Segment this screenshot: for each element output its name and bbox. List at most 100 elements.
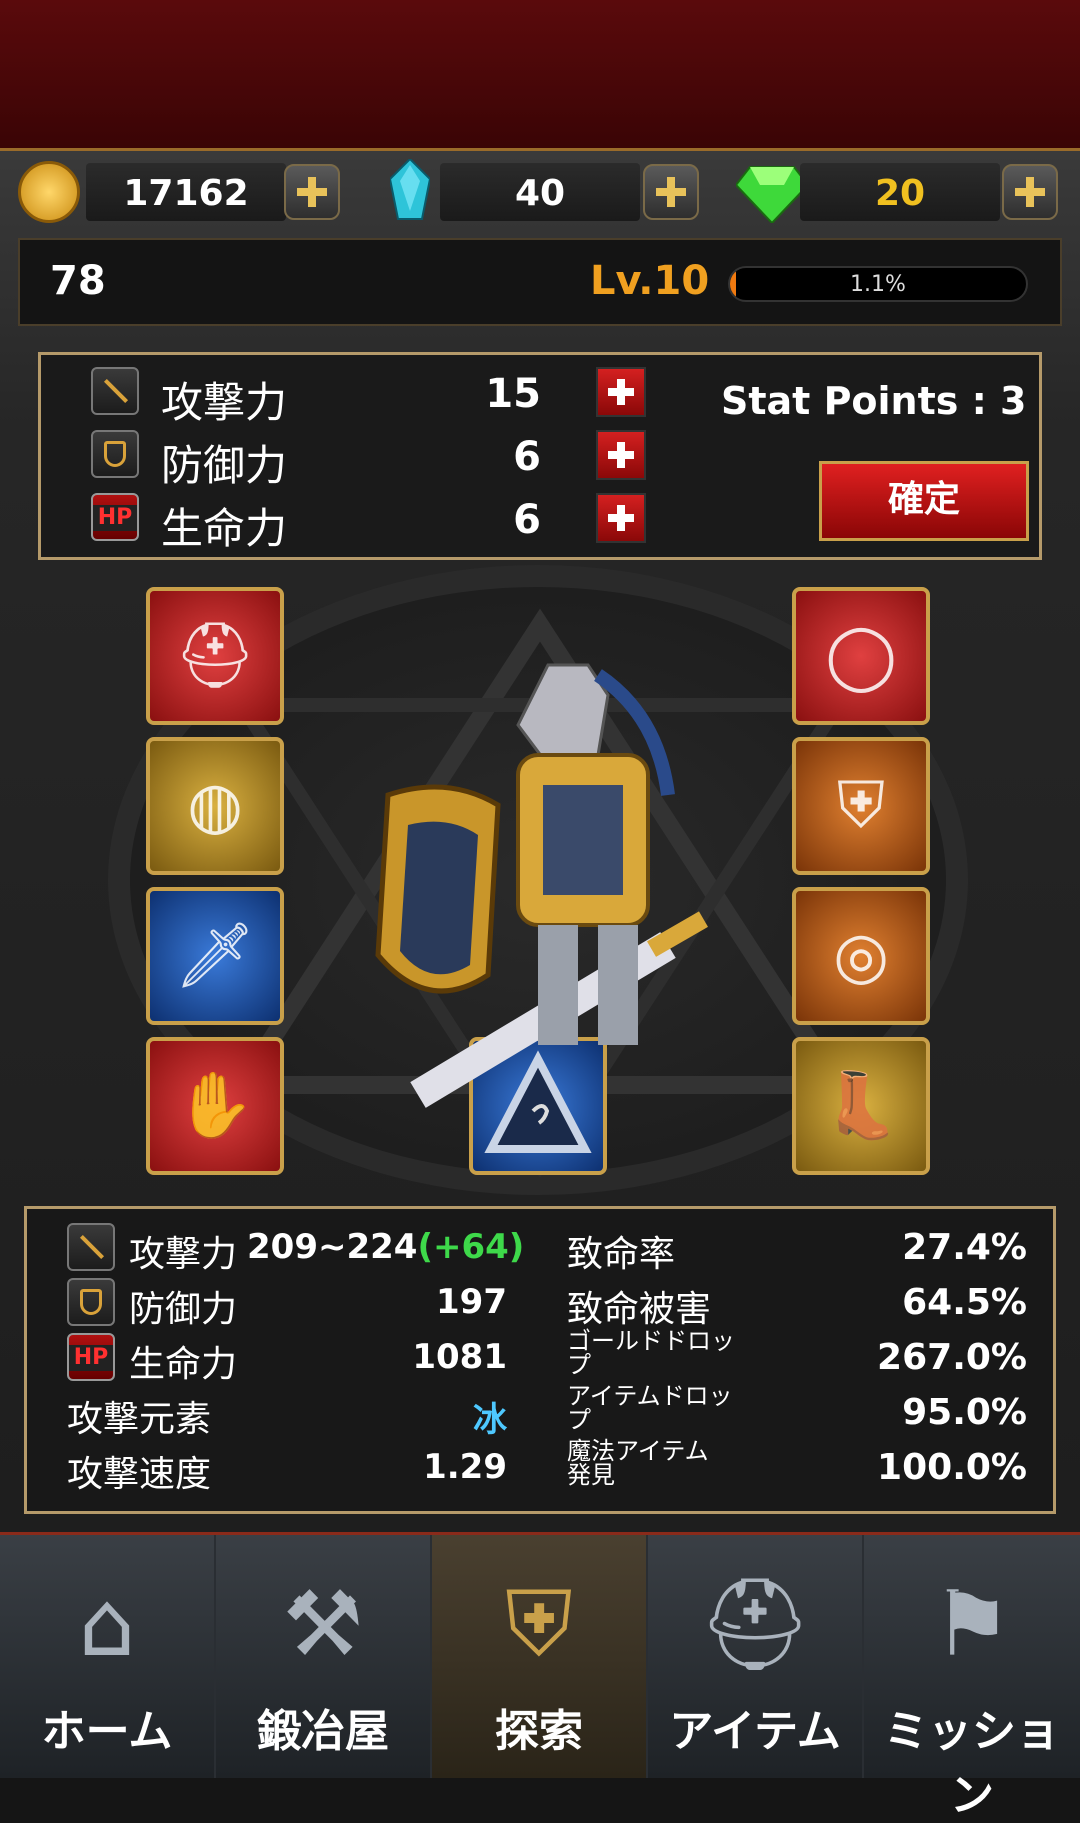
gold-amount-field: 17162	[86, 163, 286, 221]
boots-icon: 👢	[821, 1069, 901, 1143]
nav-blacksmith-label: 鍛冶屋	[257, 1706, 389, 1757]
stat-item-drop-label-line1: アイテムドロッ	[567, 1382, 733, 1410]
alloc-hp-label: 生命力	[161, 504, 288, 553]
nav-home-label: ホーム	[41, 1706, 173, 1757]
alloc-row-hp: HP 生命力 6	[91, 491, 646, 553]
boots-slot[interactable]: 👢	[792, 1037, 930, 1175]
helmet-icon: ⛑	[697, 1572, 813, 1677]
bottom-navigation: ⌂ ホーム ⚒ 鍛冶屋 ⛨ 探索 ⛑ アイテム ⚑ ミッション	[0, 1532, 1080, 1822]
add-attack-point-button[interactable]	[596, 367, 646, 417]
stat-gold-drop-label-line1: ゴールドドロッ	[567, 1327, 735, 1355]
stat-allocation-panel: 攻撃力 15 防御力 6 HP 生命力 6 Stat Points : 3 確定	[38, 352, 1042, 560]
crystal-amount: 40	[514, 173, 566, 214]
anvil-icon: ⚒	[282, 1572, 364, 1677]
stat-points-text: Stat Points : 3	[721, 379, 1027, 423]
stat-hp-value: 1081	[412, 1337, 507, 1377]
dagger-slot[interactable]: 🗡	[146, 887, 284, 1025]
stat-gold-drop-value: 267.0%	[877, 1337, 1027, 1378]
ring-icon: ◎	[833, 919, 889, 993]
bag-slot[interactable]: ◍	[146, 737, 284, 875]
gold-coin-icon	[18, 161, 80, 223]
bag-icon: ◍	[187, 769, 243, 843]
gem-amount: 20	[874, 173, 926, 214]
sword-icon	[91, 367, 139, 415]
stat-attack-value: 209~224(+64)	[247, 1227, 524, 1267]
dagger-icon: 🗡	[174, 919, 256, 993]
alloc-row-attack: 攻撃力 15	[91, 365, 646, 427]
stat-attack-range: 209~224	[247, 1227, 418, 1267]
equipment-area: ⛑ ◍ 🗡 ✋ ◯ ⛨ ◎ 👢	[38, 565, 1042, 1195]
stat-row-defense: 防御力 197	[27, 1278, 527, 1330]
add-hp-point-button[interactable]	[596, 493, 646, 543]
hp-icon: HP	[67, 1333, 115, 1381]
level-bar: 78 Lv.10 1.1%	[18, 238, 1062, 326]
stat-attack-label: 攻撃力	[129, 1234, 238, 1275]
stat-item-drop-label: アイテムドロップ	[567, 1384, 733, 1432]
nav-explore-label: 探索	[495, 1706, 583, 1757]
stat-row-hp: HP 生命力 1081	[27, 1333, 527, 1385]
necklace-icon: ◯	[825, 619, 897, 693]
nav-home[interactable]: ⌂ ホーム	[0, 1535, 216, 1778]
crest-icon: ⛨	[505, 1572, 573, 1677]
nav-missions[interactable]: ⚑ ミッション	[864, 1535, 1080, 1822]
stat-item-drop-value: 95.0%	[902, 1392, 1027, 1433]
alloc-hp-value: 6	[513, 497, 541, 543]
gauntlet-icon: ✋	[175, 1069, 255, 1143]
helmet-slot[interactable]: ⛑	[146, 587, 284, 725]
shield-icon	[91, 430, 139, 478]
level-label: Lv.10	[590, 258, 710, 304]
nav-missions-label: ミッション	[884, 1706, 1060, 1821]
player-value: 78	[50, 258, 106, 304]
crystal-icon	[388, 157, 432, 223]
xp-progress-bar: 1.1%	[728, 266, 1028, 302]
stat-speed-value: 1.29	[423, 1447, 507, 1487]
alloc-attack-label: 攻撃力	[161, 378, 288, 427]
stat-magic-find-label: 魔法アイテム 発見	[567, 1439, 709, 1487]
add-crystal-button[interactable]	[643, 164, 699, 220]
armor-slot[interactable]: ⛨	[792, 737, 930, 875]
add-gem-button[interactable]	[1002, 164, 1058, 220]
green-gem-icon	[734, 163, 810, 225]
stat-defense-value: 197	[436, 1282, 507, 1322]
stat-crit-rate-value: 27.4%	[902, 1227, 1027, 1268]
alloc-attack-value: 15	[485, 371, 541, 417]
crystal-amount-field: 40	[440, 163, 640, 221]
stat-crit-damage-label: 致命被害	[567, 1289, 712, 1330]
banner-icon: ⚑	[931, 1572, 1013, 1677]
stat-speed-label: 攻撃速度	[67, 1454, 212, 1495]
alloc-defense-label: 防御力	[161, 441, 288, 490]
stat-element-value: 冰	[473, 1400, 507, 1440]
stat-gold-drop-label: ゴールドドロップ	[567, 1329, 735, 1377]
xp-percent: 1.1%	[850, 272, 906, 297]
stat-crit-rate-label: 致命率	[567, 1234, 676, 1275]
stat-row-speed: 攻撃速度 1.29	[27, 1443, 527, 1495]
shield-icon	[67, 1278, 115, 1326]
knight-character	[375, 663, 708, 1108]
ring-slot[interactable]: ◎	[792, 887, 930, 1025]
helmet-icon: ⛑	[174, 619, 256, 693]
nav-items-label: アイテム	[669, 1706, 841, 1757]
stat-magic-find-value: 100.0%	[877, 1447, 1027, 1488]
sword-icon	[67, 1223, 115, 1271]
stat-element-label: 攻撃元素	[67, 1399, 212, 1440]
home-icon: ⌂	[78, 1572, 136, 1677]
confirm-button[interactable]: 確定	[819, 461, 1029, 541]
character-stats-panel: 攻撃力 209~224(+64) 防御力 197 HP 生命力 1081 攻撃元…	[24, 1206, 1056, 1514]
nav-blacksmith[interactable]: ⚒ 鍛冶屋	[216, 1535, 432, 1778]
stat-crit-damage-value: 64.5%	[902, 1282, 1027, 1323]
alloc-defense-value: 6	[513, 434, 541, 480]
stat-row-element: 攻撃元素 冰	[27, 1388, 527, 1440]
gem-amount-field: 20	[800, 163, 1000, 221]
stat-defense-label: 防御力	[129, 1289, 238, 1330]
hp-badge: HP	[69, 1345, 113, 1371]
hp-icon: HP	[91, 493, 139, 541]
gauntlet-slot[interactable]: ✋	[146, 1037, 284, 1175]
necklace-slot[interactable]: ◯	[792, 587, 930, 725]
add-gold-button[interactable]	[284, 164, 340, 220]
nav-items[interactable]: ⛑ アイテム	[648, 1535, 864, 1778]
currency-bar: 17162 40 20	[10, 155, 1070, 230]
top-banner	[0, 0, 1080, 151]
stat-magic-find-label-line2: 発見	[567, 1461, 615, 1489]
nav-explore[interactable]: ⛨ 探索	[432, 1535, 648, 1778]
add-defense-point-button[interactable]	[596, 430, 646, 480]
